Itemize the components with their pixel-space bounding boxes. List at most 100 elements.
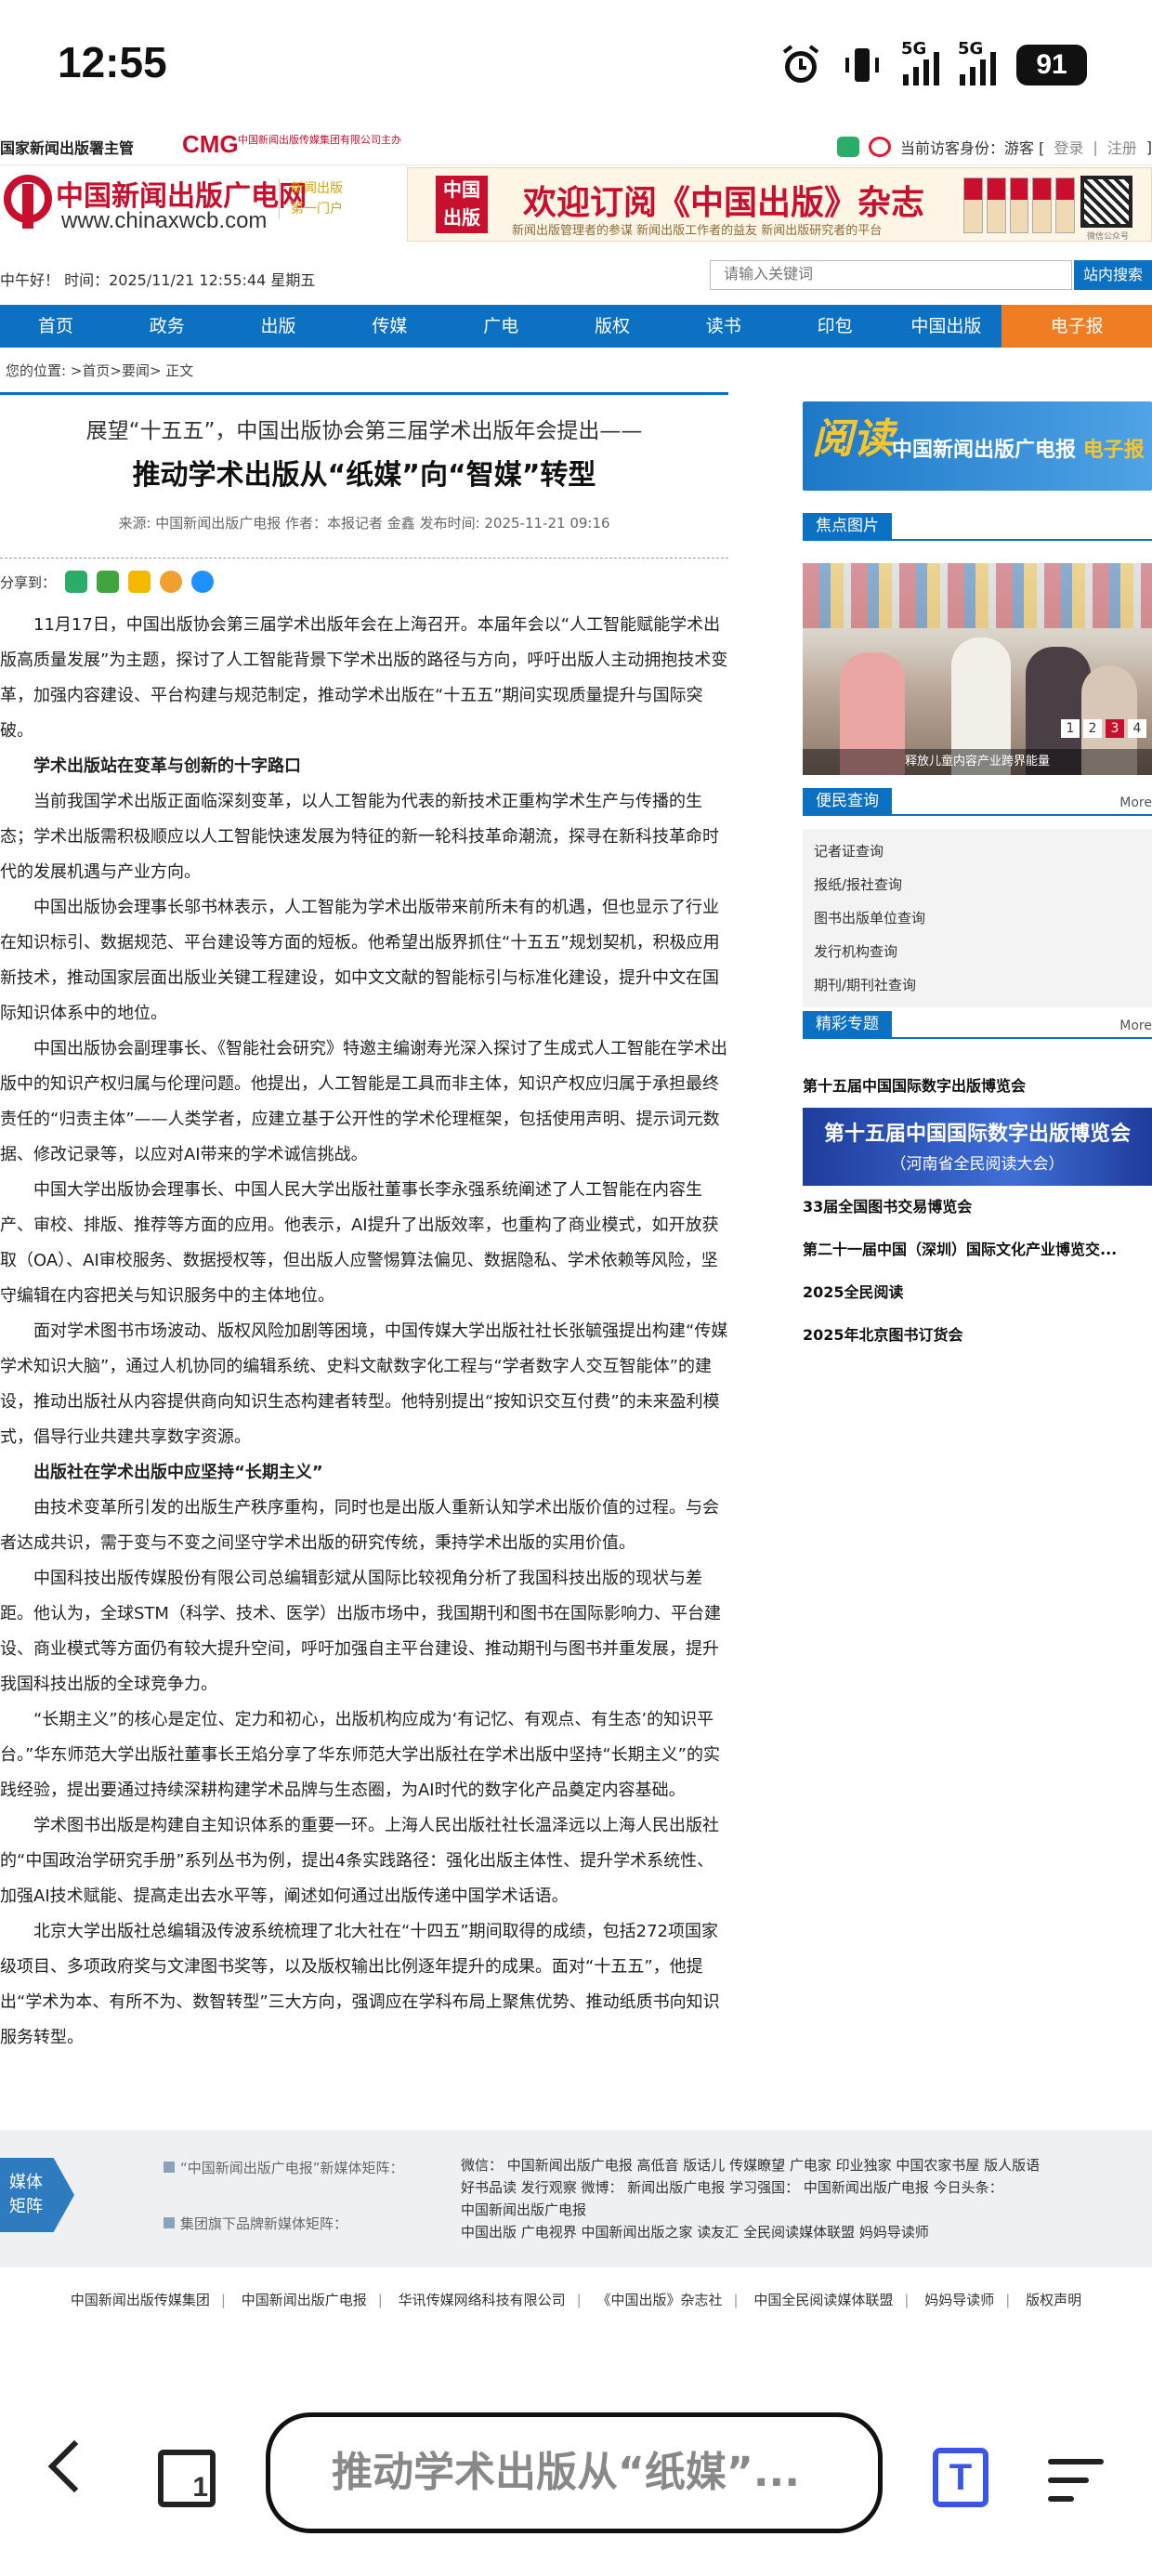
- share-qzone-icon[interactable]: [128, 571, 151, 593]
- footer-link[interactable]: 《中国出版》杂志社: [596, 2292, 722, 2308]
- topic-item[interactable]: 2025年北京图书订货会: [803, 1314, 1152, 1357]
- pager-4[interactable]: 4: [1128, 719, 1146, 738]
- nav-government[interactable]: 政务: [111, 305, 223, 348]
- epaper-read: 阅读: [812, 415, 894, 463]
- magazine-ad-banner[interactable]: 中国 出版 欢迎订阅《中国出版》杂志 新闻出版管理者的参谋 新闻出版工作者的益友…: [407, 167, 1152, 242]
- topic-item[interactable]: 2025全民阅读: [803, 1271, 1152, 1314]
- footer-link[interactable]: 中国全民阅读媒体联盟: [753, 2292, 893, 2308]
- qr-caption: 微信公众号: [1086, 232, 1129, 242]
- ad-subtitle: 新闻出版管理者的参谋 新闻出版工作者的益友 新闻出版研究者的平台: [512, 224, 883, 238]
- nav-reading[interactable]: 读书: [668, 305, 779, 348]
- services-header: 便民查询 More: [803, 788, 1152, 816]
- nav-china-publishing[interactable]: 中国出版: [891, 305, 1002, 348]
- service-book-publisher[interactable]: 图书出版单位查询: [814, 901, 1141, 935]
- magazine-logo: 中国 出版: [436, 176, 488, 233]
- nav-epaper[interactable]: 电子报: [1001, 305, 1152, 348]
- focus-caption[interactable]: 释放儿童内容产业跨界能量: [803, 749, 1152, 775]
- article-paragraph: 当前我国学术出版正面临深刻变革，以人工智能为代表的新技术正重构学术生产与传播的生…: [0, 792, 719, 882]
- login-link[interactable]: 登录: [1054, 136, 1083, 158]
- magazine-logo-line2: 出版: [443, 206, 480, 229]
- epaper-banner[interactable]: 阅读 中国新闻出版广电报 电子报: [803, 401, 1152, 491]
- tagline-2: 第一门户: [291, 202, 343, 217]
- media-links-line[interactable]: 中国新闻出版广电报: [461, 2199, 1139, 2221]
- services-title: 便民查询: [803, 788, 892, 814]
- article-paragraph: 11月17日，中国出版协会第三届学术出版年会在上海召开。本届年会以“人工智能赋能…: [0, 615, 728, 741]
- magazine-logo-line1: 中国: [443, 178, 480, 201]
- nav-copyright[interactable]: 版权: [556, 305, 668, 348]
- status-icons: 5G 5G 91: [780, 39, 1087, 91]
- wechat-icon[interactable]: [836, 137, 859, 157]
- share-bar: 分享到：: [0, 571, 215, 593]
- site-url[interactable]: www.chinaxwcb.com: [61, 208, 267, 234]
- pager-1[interactable]: 1: [1061, 719, 1080, 738]
- qr-code-icon: [1080, 176, 1132, 228]
- article-kicker: 展望“十五五”，中国出版协会第三届学术出版年会提出——: [85, 419, 643, 443]
- share-weibo-icon[interactable]: [160, 571, 183, 593]
- alarm-icon: [780, 43, 821, 87]
- footer-link[interactable]: 妈妈导读师: [924, 2292, 994, 2308]
- services-list: 记者证查询 报纸/报社查询 图书出版单位查询 发行机构查询 期刊/期刊社查询: [803, 829, 1152, 1007]
- footer-link[interactable]: 中国新闻出版广电报: [242, 2292, 367, 2308]
- topic-banner-line2: （河南省全民阅读大会）: [890, 1155, 1065, 1174]
- search-input[interactable]: [710, 260, 1072, 290]
- menu-icon[interactable]: [1048, 2459, 1104, 2515]
- nav-broadcast[interactable]: 广电: [445, 305, 556, 348]
- topic-item[interactable]: 第二十一届中国（深圳）国际文化产业博览交...: [803, 1229, 1152, 1271]
- footer-link[interactable]: 华讯传媒网络科技有限公司: [399, 2292, 566, 2308]
- search-button[interactable]: 站内搜索: [1074, 260, 1152, 290]
- focus-header: 焦点图片: [803, 513, 1152, 541]
- article-paragraph: 中国大学出版协会理事长、中国人民大学出版社董事长李永强系统阐述了人工智能在内容生…: [0, 1180, 719, 1306]
- article-subheading: 出版社在学术出版中应坚持“长期主义”: [33, 1463, 323, 1482]
- epaper-text: 中国新闻出版广电报 电子报: [892, 433, 1145, 463]
- article-paragraph: 北京大学出版社总编辑汲传波系统梳理了北大社在“十四五”期间取得的成绩，包括272…: [0, 1922, 720, 2047]
- service-newspaper[interactable]: 报纸/报社查询: [814, 868, 1141, 901]
- media-links-line[interactable]: 中国出版 广电视界 中国新闻出版之家 读友汇 全民阅读媒体联盟 妈妈导读师: [461, 2221, 1139, 2243]
- share-label: 分享到：: [0, 573, 57, 591]
- share-douban-icon[interactable]: [97, 571, 120, 593]
- article-paragraph: 中国出版协会理事长邬书林表示，人工智能为学术出版带来前所未有的机遇，但也显示了行…: [0, 898, 720, 1023]
- article-paragraph: 中国出版协会副理事长、《智能社会研究》特邀主编谢寿光深入探讨了生成式人工智能在学…: [0, 1039, 727, 1164]
- topic-item[interactable]: 第十五届中国国际数字出版博览会: [803, 1065, 1152, 1108]
- nav-printing[interactable]: 印包: [779, 305, 891, 348]
- footer-link[interactable]: 中国新闻出版传媒集团: [71, 2292, 210, 2308]
- back-icon[interactable]: [47, 2439, 101, 2493]
- media-links-line[interactable]: 微信： 中国新闻出版广电报 高低音 版话儿 传媒瞭望 广电家 印业独家 中国农家…: [461, 2154, 1139, 2176]
- signal-1-icon: 5G: [901, 39, 939, 85]
- share-wechat-icon[interactable]: [65, 571, 88, 593]
- topic-item[interactable]: 33届全国图书交易博览会: [803, 1186, 1152, 1229]
- article-subheading: 学术出版站在变革与创新的十字路口: [33, 756, 301, 776]
- media-links-line[interactable]: 好书品读 发行观察 微博： 新闻出版广电报 学习强国： 中国新闻出版广电报 今日…: [461, 2176, 1139, 2199]
- nav-publishing[interactable]: 出版: [223, 305, 334, 348]
- nav-media[interactable]: 传媒: [334, 305, 445, 348]
- tagline-1: 新闻出版: [291, 181, 343, 196]
- service-periodical[interactable]: 期刊/期刊社查询: [814, 968, 1141, 1002]
- address-bar[interactable]: 推动学术出版从“纸媒”...: [266, 2412, 883, 2533]
- topic-banner[interactable]: 第十五届中国国际数字出版博览会 （河南省全民阅读大会）: [803, 1108, 1152, 1186]
- battery-indicator: 91: [1016, 45, 1087, 85]
- signal-1-label: 5G: [901, 39, 927, 59]
- reader-mode-icon[interactable]: T: [933, 2448, 988, 2507]
- topics-more-link[interactable]: More: [1119, 1019, 1152, 1033]
- weibo-icon[interactable]: [868, 137, 891, 157]
- pager-2[interactable]: 2: [1083, 719, 1102, 738]
- service-press-card[interactable]: 记者证查询: [814, 835, 1141, 868]
- breadcrumb: 您的位置: >首页>要闻> 正文: [6, 362, 194, 379]
- media-label-group: 集团旗下品牌新媒体矩阵：: [164, 2214, 347, 2233]
- register-link[interactable]: 注册: [1107, 136, 1137, 158]
- visitor-label: 当前访客身份：游客 [: [899, 139, 1045, 157]
- services-more-link[interactable]: More: [1119, 795, 1152, 810]
- service-distributor[interactable]: 发行机构查询: [814, 935, 1141, 968]
- topics-list: 第十五届中国国际数字出版博览会 第十五届中国国际数字出版博览会 （河南省全民阅读…: [803, 1065, 1152, 1357]
- site-logo-icon[interactable]: [4, 175, 52, 230]
- article-paragraph: 由技术变革所引发的出版生产秩序重构，同时也是出版人重新认知学术出版价值的过程。与…: [0, 1498, 719, 1553]
- share-qq-icon[interactable]: [191, 571, 215, 593]
- tabs-icon[interactable]: 1: [158, 2450, 216, 2507]
- browser-toolbar: 1 推动学术出版从“纸媒”... T: [0, 2375, 1152, 2576]
- focus-title: 焦点图片: [803, 513, 892, 539]
- topics-title: 精彩专题: [803, 1011, 892, 1037]
- footer-link[interactable]: 版权声明: [1026, 2292, 1081, 2308]
- nav-home[interactable]: 首页: [0, 305, 111, 348]
- focus-image[interactable]: 1 2 3 4 释放儿童内容产业跨界能量: [803, 563, 1152, 775]
- pager-3[interactable]: 3: [1106, 719, 1124, 738]
- epaper-paper-name: 中国新闻出版广电报: [892, 439, 1077, 462]
